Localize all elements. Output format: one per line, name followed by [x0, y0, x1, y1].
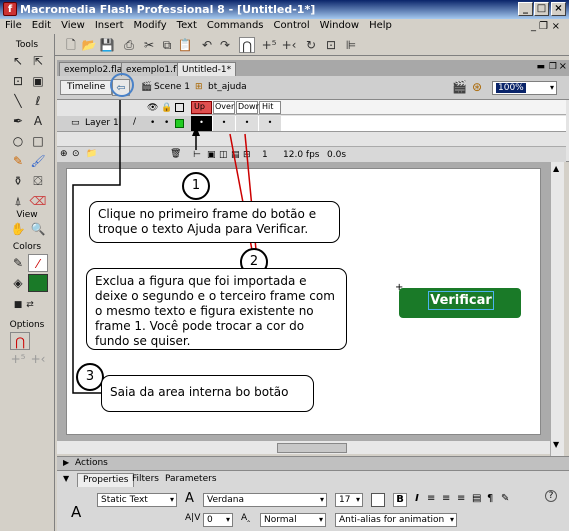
properties-panel: ▼ Properties Filters Parameters A Static… — [57, 470, 569, 531]
font-icon: A — [185, 491, 194, 506]
instruction-box-3: Saia da area interna bo botão — [101, 375, 314, 412]
expand-actions-icon[interactable]: ▶ — [63, 458, 69, 467]
annotation-lines — [72, 100, 257, 394]
baseline-icon: A‸ — [241, 513, 251, 523]
step-1-marker: 1 — [182, 172, 210, 200]
options-icon[interactable]: ✎ — [501, 493, 509, 504]
tab-properties[interactable]: Properties — [77, 473, 135, 487]
italic-button[interactable]: I — [410, 493, 424, 507]
tab-parameters[interactable]: Parameters — [160, 473, 222, 487]
antialias-select[interactable]: Anti-alias for animation — [335, 513, 457, 527]
letter-spacing-field[interactable]: 0 — [203, 513, 233, 527]
font-select[interactable]: Verdana — [203, 493, 327, 507]
instruction-box-2: Exclua a figura que foi importada e deix… — [86, 268, 347, 350]
paragraph-icon[interactable]: ¶ — [487, 493, 493, 504]
help-icon[interactable]: ? — [545, 490, 557, 502]
tab-filters[interactable]: Filters — [127, 473, 164, 487]
letter-spacing-icon: A|V — [185, 513, 201, 523]
step-3-marker: 3 — [76, 363, 104, 391]
font-size-field[interactable]: 17 — [335, 493, 363, 507]
align-right-icon[interactable]: ≡ — [457, 493, 465, 504]
text-type-select[interactable]: Static Text — [97, 493, 177, 507]
align-left-icon[interactable]: ≡ — [427, 493, 435, 504]
text-color-swatch[interactable] — [371, 493, 385, 507]
character-position-select[interactable]: Normal — [260, 513, 326, 527]
justify-icon[interactable]: ▤ — [472, 493, 481, 504]
instruction-box-1: Clique no primeiro frame do botão e troq… — [89, 201, 340, 243]
actions-label[interactable]: Actions — [75, 458, 108, 468]
align-center-icon[interactable]: ≡ — [442, 493, 450, 504]
actions-panel[interactable]: ▶ Actions — [57, 456, 569, 470]
collapse-properties-icon[interactable]: ▼ — [63, 474, 69, 483]
back-button-highlight — [110, 73, 134, 97]
text-tool-large-icon: A — [71, 503, 82, 521]
bold-button[interactable]: B — [393, 493, 407, 507]
